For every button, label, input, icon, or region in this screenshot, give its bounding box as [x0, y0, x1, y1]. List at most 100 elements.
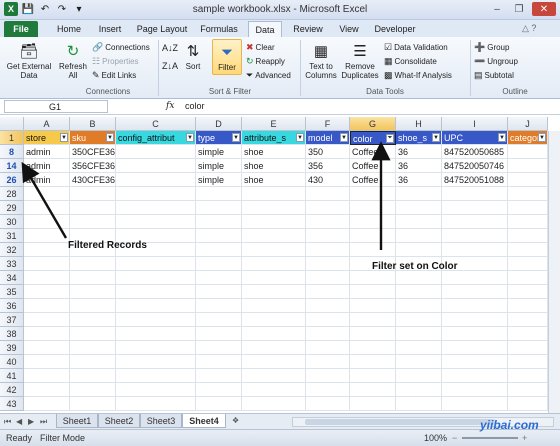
table-cell[interactable] — [70, 215, 116, 229]
table-cell[interactable] — [442, 215, 508, 229]
column-header-a[interactable]: A — [24, 117, 70, 131]
header-cell-e[interactable]: attribute_s ▼ — [242, 131, 306, 145]
table-cell[interactable] — [24, 313, 70, 327]
table-cell[interactable] — [242, 201, 306, 215]
table-cell[interactable]: simple — [196, 159, 242, 173]
properties-button[interactable]: ☷ Properties — [92, 56, 139, 67]
table-cell[interactable] — [116, 299, 196, 313]
name-box[interactable]: G1 — [4, 100, 108, 113]
sheet-tab[interactable]: Sheet3 — [140, 414, 182, 428]
table-cell[interactable] — [70, 271, 116, 285]
table-cell[interactable] — [116, 355, 196, 369]
tab-review[interactable]: Review — [288, 21, 328, 37]
table-cell[interactable] — [350, 215, 396, 229]
connections-button[interactable]: 🔗 Connections — [92, 42, 150, 53]
table-cell[interactable] — [442, 327, 508, 341]
table-cell[interactable] — [306, 285, 350, 299]
column-header-b[interactable]: B — [70, 117, 116, 131]
column-header-e[interactable]: E — [242, 117, 306, 131]
table-cell[interactable] — [242, 383, 306, 397]
table-cell[interactable] — [508, 173, 548, 187]
header-cell-g[interactable]: color ⏷ — [350, 131, 396, 145]
table-cell[interactable] — [508, 369, 548, 383]
sheet-tab[interactable]: Sheet1 — [56, 414, 98, 428]
table-cell[interactable] — [396, 383, 442, 397]
column-header-g[interactable]: G — [350, 117, 396, 131]
table-cell[interactable] — [196, 355, 242, 369]
filter-dropdown-icon[interactable]: ▼ — [432, 133, 440, 142]
zoom-out-icon[interactable]: − — [452, 433, 457, 443]
restore-button[interactable]: ❐ — [508, 2, 530, 16]
table-cell[interactable] — [508, 159, 548, 173]
row-header[interactable]: 43 — [0, 397, 24, 411]
row-header[interactable]: 35 — [0, 285, 24, 299]
table-cell[interactable] — [350, 285, 396, 299]
table-cell[interactable] — [396, 341, 442, 355]
table-cell[interactable] — [196, 257, 242, 271]
table-cell[interactable]: 36 — [396, 145, 442, 159]
tab-developer[interactable]: Developer — [370, 21, 420, 37]
table-cell[interactable] — [70, 369, 116, 383]
table-cell[interactable]: 847520051088 — [442, 173, 508, 187]
table-cell[interactable] — [306, 215, 350, 229]
table-cell[interactable] — [350, 299, 396, 313]
filter-dropdown-icon[interactable]: ▼ — [498, 133, 506, 142]
advanced-button[interactable]: ⏷ Advanced — [246, 70, 291, 81]
table-cell[interactable] — [350, 341, 396, 355]
filter-button[interactable]: ⏷ Filter — [212, 39, 242, 75]
table-cell[interactable] — [306, 341, 350, 355]
table-cell[interactable] — [442, 229, 508, 243]
vertical-scrollbar[interactable] — [548, 131, 560, 413]
table-cell[interactable] — [24, 187, 70, 201]
table-cell[interactable] — [242, 341, 306, 355]
table-cell[interactable]: 36 — [396, 159, 442, 173]
tab-home[interactable]: Home — [52, 21, 86, 37]
table-cell[interactable] — [396, 369, 442, 383]
table-cell[interactable] — [116, 369, 196, 383]
table-cell[interactable] — [508, 341, 548, 355]
refresh-all-button[interactable]: ↻ Refresh All — [58, 41, 88, 81]
text-to-columns-button[interactable]: ▦ Text to Columns — [304, 41, 338, 81]
table-cell[interactable] — [442, 187, 508, 201]
help-icon[interactable]: △ ? — [522, 23, 536, 34]
table-cell[interactable] — [508, 243, 548, 257]
sort-za-button[interactable]: Z↓A — [162, 61, 178, 71]
table-cell[interactable]: 356CFE36LTR13FAL — [70, 159, 116, 173]
table-cell[interactable] — [24, 355, 70, 369]
table-cell[interactable] — [116, 159, 196, 173]
row-header[interactable]: 31 — [0, 229, 24, 243]
column-header-h[interactable]: H — [396, 117, 442, 131]
table-cell[interactable] — [508, 383, 548, 397]
filter-dropdown-icon[interactable]: ▼ — [60, 133, 68, 142]
minimize-button[interactable]: – — [486, 2, 508, 16]
table-cell[interactable]: admin — [24, 145, 70, 159]
table-cell[interactable] — [24, 327, 70, 341]
table-cell[interactable] — [350, 271, 396, 285]
table-cell[interactable] — [508, 215, 548, 229]
group-button[interactable]: ➕ Group — [474, 42, 509, 53]
table-cell[interactable] — [70, 257, 116, 271]
table-cell[interactable]: 430CFE36LTR13FAL — [70, 173, 116, 187]
filter-dropdown-icon[interactable]: ▼ — [232, 133, 240, 142]
table-cell[interactable] — [350, 187, 396, 201]
table-cell[interactable] — [350, 397, 396, 411]
edit-links-button[interactable]: ✎ Edit Links — [92, 70, 136, 81]
table-cell[interactable] — [396, 285, 442, 299]
reapply-button[interactable]: ↻ Reapply — [246, 56, 285, 67]
table-cell[interactable] — [24, 215, 70, 229]
table-cell[interactable] — [70, 341, 116, 355]
table-cell[interactable] — [508, 299, 548, 313]
table-cell[interactable] — [70, 201, 116, 215]
table-cell[interactable] — [242, 299, 306, 313]
table-cell[interactable] — [242, 397, 306, 411]
sort-az-button[interactable]: A↓Z — [162, 43, 178, 53]
ungroup-button[interactable]: ➖ Ungroup — [474, 56, 518, 67]
header-cell-b[interactable]: sku ▼ — [70, 131, 116, 145]
table-cell[interactable] — [442, 397, 508, 411]
table-cell[interactable] — [116, 187, 196, 201]
table-cell[interactable] — [350, 229, 396, 243]
table-cell[interactable] — [70, 355, 116, 369]
table-cell[interactable] — [116, 173, 196, 187]
row-header[interactable]: 28 — [0, 187, 24, 201]
table-cell[interactable] — [350, 243, 396, 257]
